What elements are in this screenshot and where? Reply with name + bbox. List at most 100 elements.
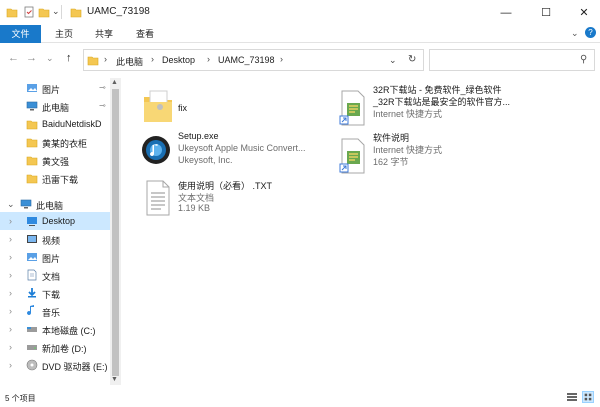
internet-shortcut-icon <box>339 138 365 174</box>
sidebar-item[interactable]: › 视频 <box>0 230 110 248</box>
desktop-icon <box>27 217 37 226</box>
sidebar-item[interactable]: 此电脑 ⊸ <box>0 97 110 115</box>
properties-icon[interactable] <box>23 6 35 18</box>
chevron-right-icon[interactable]: › <box>207 54 210 64</box>
collapse-icon[interactable]: ⌄ <box>7 199 15 210</box>
sidebar-item-label: 下载 <box>42 290 61 300</box>
forward-button[interactable]: → <box>26 52 37 64</box>
expand-icon[interactable]: › <box>9 270 12 280</box>
sidebar-item[interactable]: 图片 ⊸ <box>0 79 110 97</box>
documents-icon <box>27 269 37 281</box>
new-folder-icon[interactable] <box>38 6 50 18</box>
file-item-32r-shortcut[interactable]: 32R下载站 - 免费软件_绿色软件 _32R下载站是最安全的软件官方... I… <box>337 83 587 127</box>
breadcrumb-this-pc[interactable]: 此电脑 <box>116 55 143 68</box>
sidebar-item[interactable]: › 新加卷 (D:) <box>0 338 110 356</box>
sidebar-item-label: 迅雷下载 <box>42 175 79 185</box>
chevron-right-icon[interactable]: › <box>280 54 283 64</box>
expand-icon[interactable]: › <box>9 324 12 334</box>
drive-icon <box>27 345 37 350</box>
sidebar-item[interactable]: › DVD 驱动器 (E:) <box>0 356 110 374</box>
sidebar-item-label: 此电脑 <box>36 201 64 211</box>
expand-ribbon-icon[interactable]: ⌄ <box>571 28 579 39</box>
file-item-readme-txt[interactable]: 使用说明（必看） .TXT 文本文档 1.19 KB <box>142 179 312 223</box>
scroll-thumb[interactable] <box>112 89 119 376</box>
sidebar-item-label: Desktop <box>42 216 76 226</box>
navigation-pane: 图片 ⊸ 此电脑 ⊸ BaiduNetdiskD 黄某的衣柜 黄文强 迅雷下载 ⌄ 此电脑 › Des… <box>0 75 121 387</box>
nav-scrollbar[interactable]: ▲ ▼ <box>110 78 121 385</box>
dvd-drive-icon <box>26 359 38 371</box>
sidebar-item[interactable]: › 文档 <box>0 266 110 284</box>
sidebar-item-label: BaiduNetdiskD <box>42 119 102 129</box>
pin-icon: ⊸ <box>99 83 106 92</box>
expand-icon[interactable]: › <box>9 288 12 298</box>
sidebar-item[interactable]: › 下载 <box>0 284 110 302</box>
expand-icon[interactable]: › <box>9 360 12 370</box>
sidebar-item[interactable]: › 图片 <box>0 248 110 266</box>
file-description: Ukeysoft Apple Music Convert... <box>178 143 306 153</box>
file-item-fix[interactable]: fix <box>142 87 302 131</box>
computer-icon <box>20 199 32 209</box>
refresh-icon[interactable]: ↻ <box>408 54 416 65</box>
internet-shortcut-icon <box>339 90 365 126</box>
chevron-right-icon[interactable]: › <box>104 54 107 64</box>
breadcrumb-desktop[interactable]: Desktop <box>162 55 195 65</box>
sidebar-item[interactable]: › Desktop <box>0 212 110 230</box>
address-dropdown-icon[interactable]: ⌄ <box>389 55 397 66</box>
folder-icon <box>26 174 38 184</box>
maximize-button[interactable]: ☐ <box>530 0 562 25</box>
file-item-software-notes[interactable]: 软件说明 Internet 快捷方式 162 字节 <box>337 131 497 175</box>
address-bar[interactable]: › 此电脑 › Desktop › UAMC_73198 › ⌄ ↻ <box>83 49 424 71</box>
tab-share[interactable]: 共享 <box>90 25 118 43</box>
window-title: UAMC_73198 <box>87 6 150 17</box>
file-size: 162 字节 <box>373 157 409 167</box>
details-view-icon[interactable] <box>566 391 578 403</box>
folder-icon <box>26 120 38 130</box>
file-item-setup-exe[interactable]: Setup.exe Ukeysoft Apple Music Convert..… <box>140 131 330 175</box>
customize-quick-access-icon[interactable]: ⌄ <box>52 6 60 19</box>
expand-icon[interactable]: › <box>9 234 12 244</box>
sidebar-item[interactable]: 迅雷下载 <box>0 169 110 187</box>
recent-locations-button[interactable]: ⌄ <box>46 53 54 64</box>
close-button[interactable]: ✕ <box>568 0 600 25</box>
sidebar-item[interactable]: 黄某的衣柜 <box>0 133 110 151</box>
sidebar-item[interactable]: ⌄ 此电脑 <box>0 195 110 213</box>
back-button[interactable]: ← <box>8 52 19 64</box>
music-app-icon <box>142 136 170 164</box>
sidebar-item[interactable]: › 音乐 <box>0 302 110 320</box>
sidebar-item-label: 新加卷 (D:) <box>42 344 87 354</box>
computer-icon <box>26 101 38 111</box>
up-button[interactable]: ↑ <box>66 52 72 64</box>
pictures-icon <box>27 253 37 261</box>
expand-icon[interactable]: › <box>9 252 12 262</box>
search-input[interactable]: ⚲ <box>429 49 595 71</box>
title-bar: ⌄ UAMC_73198 — ☐ ✕ <box>0 0 600 25</box>
file-name: fix <box>178 103 187 113</box>
folder-icon <box>70 8 82 18</box>
help-icon[interactable]: ? <box>585 27 596 38</box>
large-icons-view-icon[interactable] <box>582 391 594 403</box>
minimize-button[interactable]: — <box>490 0 522 25</box>
sidebar-item-label: 黄某的衣柜 <box>42 139 88 149</box>
title-separator <box>61 5 62 19</box>
status-bar: 5 个项目 <box>0 387 600 407</box>
expand-icon[interactable]: › <box>9 342 12 352</box>
tab-file[interactable]: 文件 <box>0 25 41 43</box>
sidebar-item[interactable]: › 本地磁盘 (C:) <box>0 320 110 338</box>
scroll-down-icon[interactable]: ▼ <box>111 376 118 383</box>
breadcrumb-current-folder[interactable]: UAMC_73198 <box>218 55 275 65</box>
chevron-right-icon[interactable]: › <box>151 54 154 64</box>
search-icon: ⚲ <box>580 54 588 65</box>
sidebar-item[interactable]: 黄文强 <box>0 151 110 169</box>
sidebar-item[interactable]: BaiduNetdiskD <box>0 115 110 133</box>
sidebar-item-label: 黄文强 <box>42 157 70 167</box>
folder-icon <box>87 56 99 66</box>
sidebar-item-label: 图片 <box>42 254 61 264</box>
downloads-icon <box>28 288 36 298</box>
tab-home[interactable]: 主页 <box>50 25 78 43</box>
text-document-icon <box>146 180 170 216</box>
ribbon: 文件 主页 共享 查看 ⌄ ? <box>0 25 600 43</box>
expand-icon[interactable]: › <box>9 216 12 226</box>
scroll-up-icon[interactable]: ▲ <box>111 79 118 86</box>
expand-icon[interactable]: › <box>9 306 12 316</box>
tab-view[interactable]: 查看 <box>131 25 159 43</box>
